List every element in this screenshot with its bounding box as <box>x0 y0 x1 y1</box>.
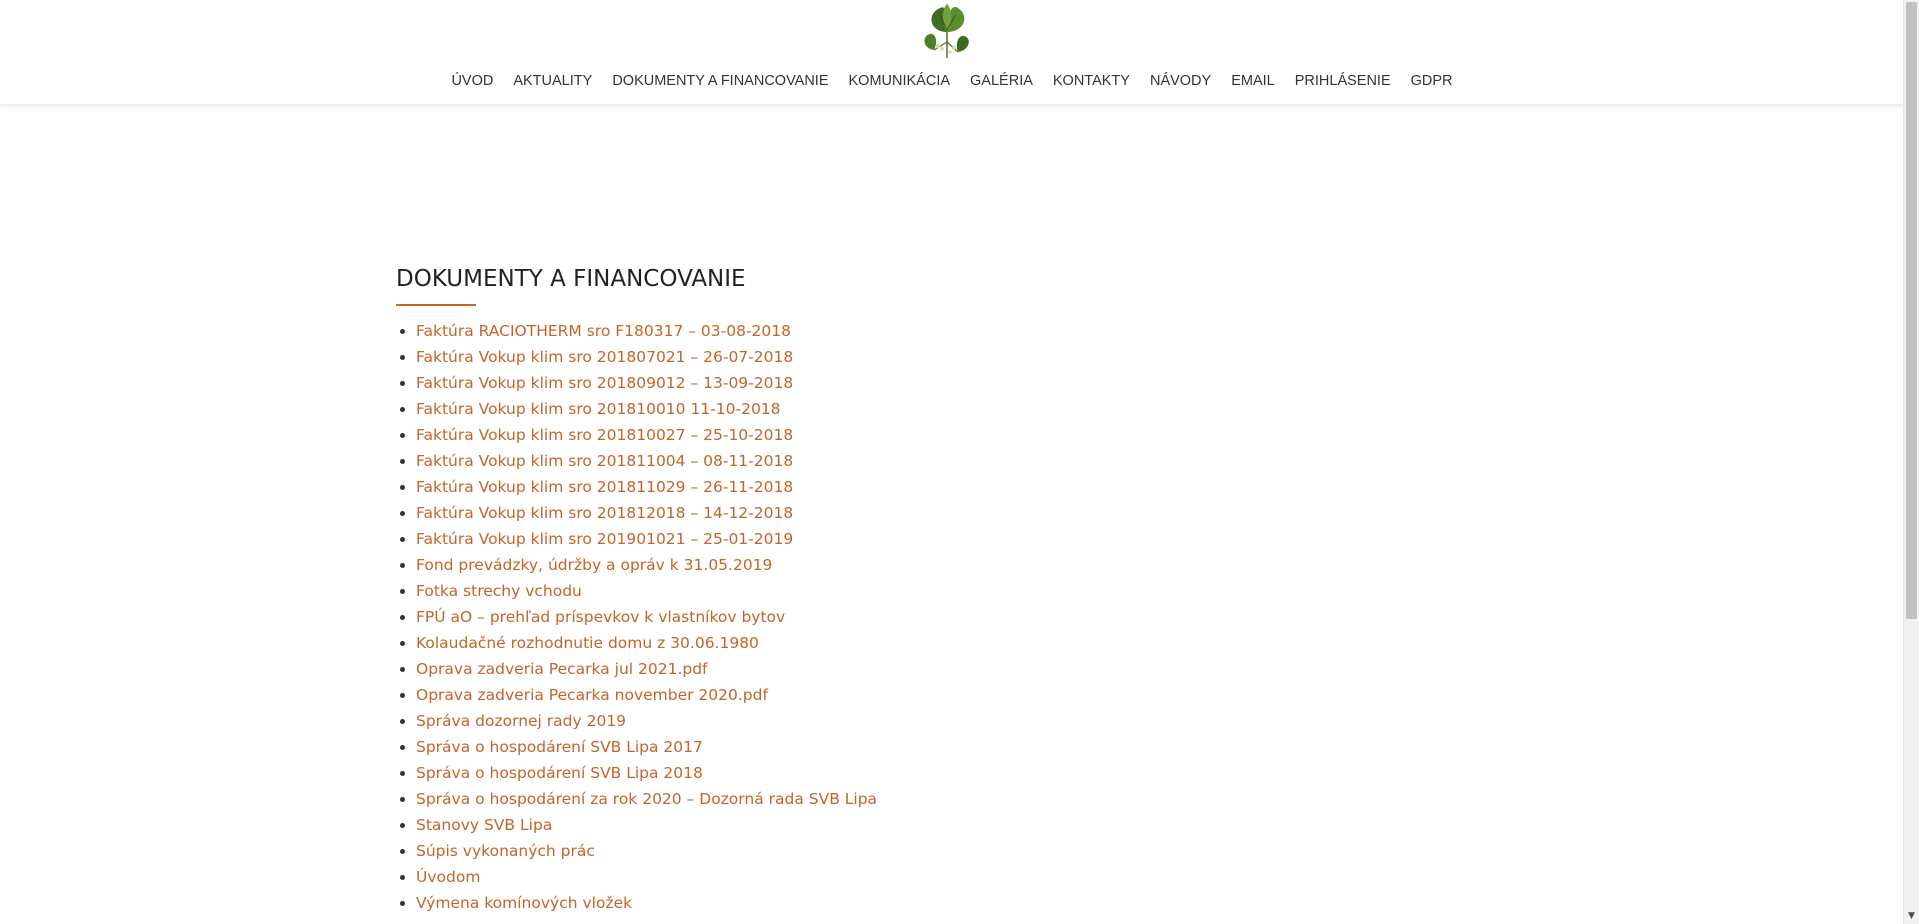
scrollbar-thumb[interactable] <box>1906 2 1917 619</box>
list-item: Faktúra Vokup klim sro 201810027 – 25-10… <box>416 422 1496 448</box>
scroll-down-arrow-icon[interactable]: ▼ <box>1904 909 1919 924</box>
list-item: Oprava zadveria Pecarka jul 2021.pdf <box>416 656 1496 682</box>
linden-leaf-logo[interactable] <box>916 2 978 60</box>
list-item: Faktúra Vokup klim sro 201810010 11-10-2… <box>416 396 1496 422</box>
list-item: Správa o hospodárení SVB Lipa 2017 <box>416 734 1496 760</box>
title-underline-divider <box>396 304 476 306</box>
document-link[interactable]: Správa o hospodárení za rok 2020 – Dozor… <box>416 790 877 808</box>
document-link[interactable]: Faktúra Vokup klim sro 201901021 – 25-01… <box>416 530 793 548</box>
nav-item-kontakty[interactable]: KONTAKTY <box>1043 72 1140 90</box>
page: ÚVOD AKTUALITY DOKUMENTY A FINANCOVANIE … <box>0 0 1919 924</box>
document-link[interactable]: Výmena komínových vložek <box>416 894 632 912</box>
nav-item-komunikacia[interactable]: KOMUNIKÁCIA <box>839 72 961 90</box>
list-item: Kolaudačné rozhodnutie domu z 30.06.1980 <box>416 630 1496 656</box>
nav-item-aktuality[interactable]: AKTUALITY <box>503 72 602 90</box>
nav-item-dokumenty-a-financovanie[interactable]: DOKUMENTY A FINANCOVANIE <box>602 72 838 90</box>
document-link[interactable]: Fond prevádzky, údržby a opráv k 31.05.2… <box>416 556 772 574</box>
document-link[interactable]: Fotka strechy vchodu <box>416 582 582 600</box>
nav-item-prihlasenie[interactable]: PRIHLÁSENIE <box>1285 72 1401 90</box>
nav-item-uvod[interactable]: ÚVOD <box>441 72 503 90</box>
document-link[interactable]: Stanovy SVB Lipa <box>416 816 552 834</box>
list-item: Faktúra Vokup klim sro 201811029 – 26-11… <box>416 474 1496 500</box>
list-item: Správa o hospodárení SVB Lipa 2018 <box>416 760 1496 786</box>
list-item: Fotka strechy vchodu <box>416 578 1496 604</box>
list-item: Oprava zadveria Pecarka november 2020.pd… <box>416 682 1496 708</box>
list-item: Súpis vykonaných prác <box>416 838 1496 864</box>
document-link[interactable]: Faktúra RACIOTHERM sro F180317 – 03-08-2… <box>416 322 791 340</box>
list-item: Správa dozornej rady 2019 <box>416 708 1496 734</box>
list-item: FPÚ aO – prehľad príspevkov k vlastníkov… <box>416 604 1496 630</box>
nav-item-email[interactable]: EMAIL <box>1221 72 1285 90</box>
list-item: Faktúra Vokup klim sro 201812018 – 14-12… <box>416 500 1496 526</box>
document-link[interactable]: Súpis vykonaných prác <box>416 842 595 860</box>
list-item: Stanovy SVB Lipa <box>416 812 1496 838</box>
document-link[interactable]: Kolaudačné rozhodnutie domu z 30.06.1980 <box>416 634 759 652</box>
document-link[interactable]: Faktúra Vokup klim sro 201810010 11-10-2… <box>416 400 781 418</box>
document-link[interactable]: Faktúra Vokup klim sro 201812018 – 14-12… <box>416 504 793 522</box>
list-item: Fond prevádzky, údržby a opráv k 31.05.2… <box>416 552 1496 578</box>
document-link[interactable]: Faktúra Vokup klim sro 201811029 – 26-11… <box>416 478 793 496</box>
list-item: Faktúra Vokup klim sro 201807021 – 26-07… <box>416 344 1496 370</box>
document-link[interactable]: Správa o hospodárení SVB Lipa 2017 <box>416 738 703 756</box>
vertical-scrollbar[interactable]: ▼ <box>1903 0 1919 924</box>
document-link[interactable]: Oprava zadveria Pecarka november 2020.pd… <box>416 686 768 704</box>
document-link[interactable]: Faktúra Vokup klim sro 201809012 – 13-09… <box>416 374 793 392</box>
site-header: ÚVOD AKTUALITY DOKUMENTY A FINANCOVANIE … <box>0 0 1904 105</box>
list-item: Správa o hospodárení za rok 2020 – Dozor… <box>416 786 1496 812</box>
list-item: Faktúra Vokup klim sro 201809012 – 13-09… <box>416 370 1496 396</box>
main-content: DOKUMENTY A FINANCOVANIE Faktúra RACIOTH… <box>396 264 1496 916</box>
nav-item-navody[interactable]: NÁVODY <box>1140 72 1221 90</box>
document-link[interactable]: Oprava zadveria Pecarka jul 2021.pdf <box>416 660 708 678</box>
page-title: DOKUMENTY A FINANCOVANIE <box>396 266 746 292</box>
list-item: Faktúra Vokup klim sro 201901021 – 25-01… <box>416 526 1496 552</box>
document-link[interactable]: Úvodom <box>416 868 480 886</box>
list-item: Výmena komínových vložek <box>416 890 1496 916</box>
document-link[interactable]: Faktúra Vokup klim sro 201810027 – 25-10… <box>416 426 793 444</box>
document-link[interactable]: Faktúra Vokup klim sro 201807021 – 26-07… <box>416 348 793 366</box>
nav-item-gdpr[interactable]: GDPR <box>1401 72 1463 90</box>
document-list: Faktúra RACIOTHERM sro F180317 – 03-08-2… <box>396 318 1496 916</box>
document-link[interactable]: Správa o hospodárení SVB Lipa 2018 <box>416 764 703 782</box>
list-item: Faktúra RACIOTHERM sro F180317 – 03-08-2… <box>416 318 1496 344</box>
document-link[interactable]: Správa dozornej rady 2019 <box>416 712 626 730</box>
list-item: Faktúra Vokup klim sro 201811004 – 08-11… <box>416 448 1496 474</box>
document-link[interactable]: Faktúra Vokup klim sro 201811004 – 08-11… <box>416 452 793 470</box>
main-navigation: ÚVOD AKTUALITY DOKUMENTY A FINANCOVANIE … <box>0 72 1904 90</box>
list-item: Úvodom <box>416 864 1496 890</box>
document-link[interactable]: FPÚ aO – prehľad príspevkov k vlastníkov… <box>416 608 785 626</box>
nav-item-galeria[interactable]: GALÉRIA <box>960 72 1043 90</box>
